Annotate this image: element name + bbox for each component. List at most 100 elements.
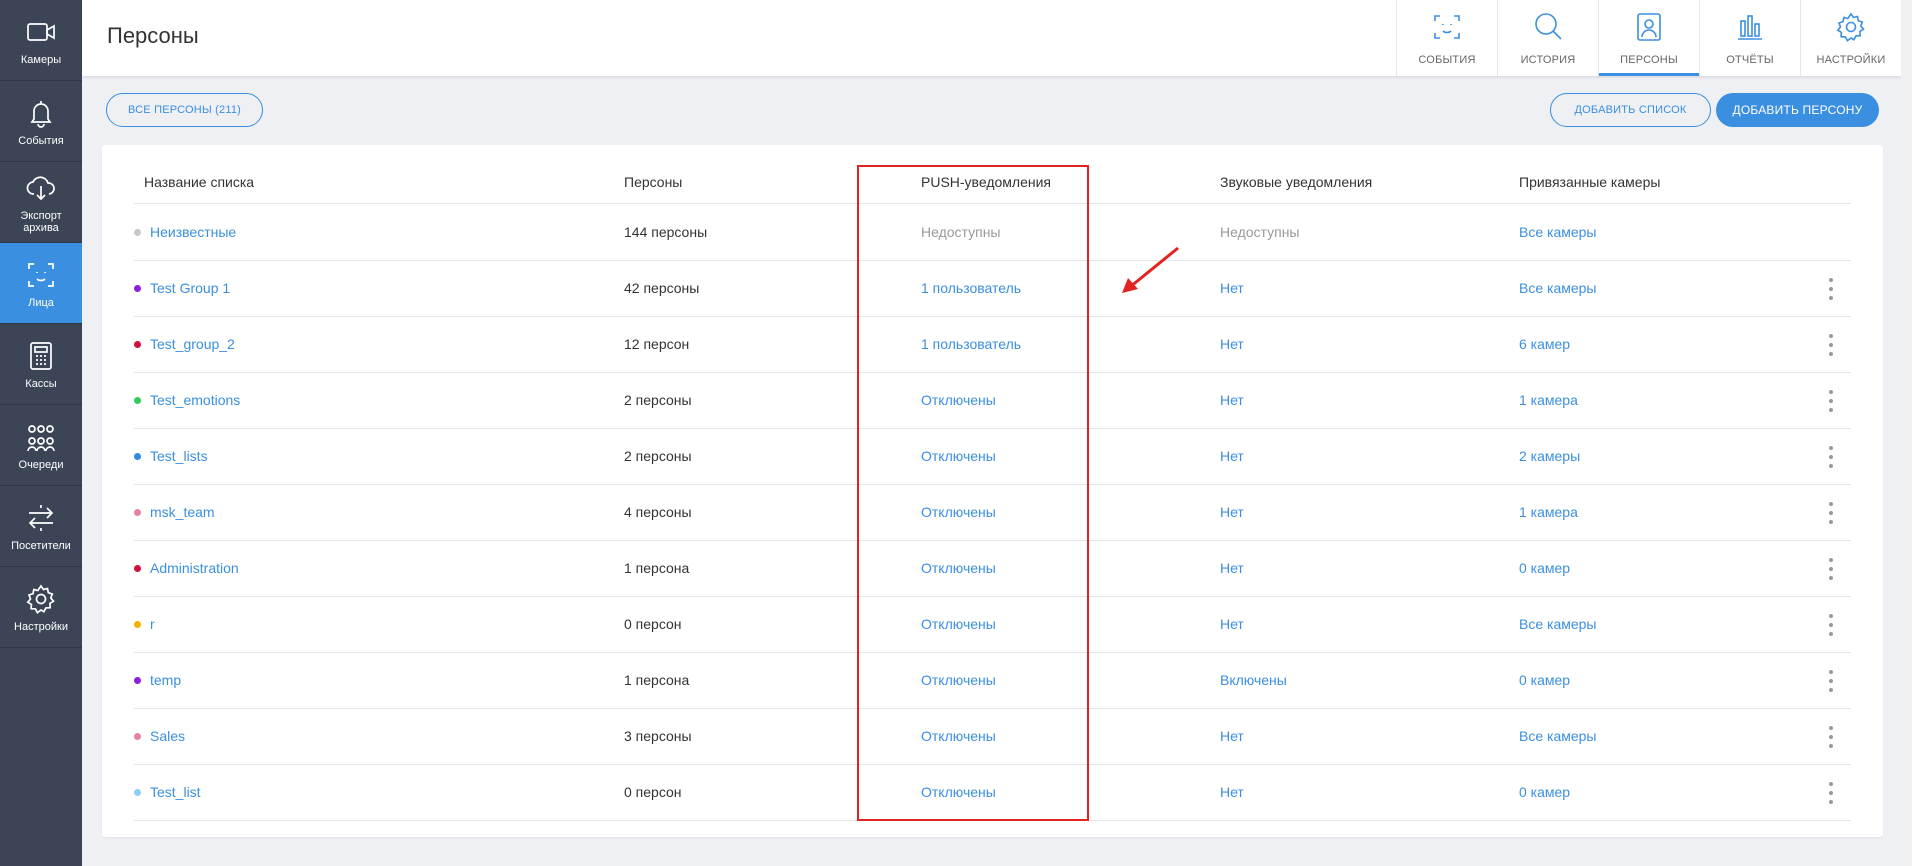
list-name-link[interactable]: Неизвестные xyxy=(150,224,236,240)
list-name-link[interactable]: Test Group 1 xyxy=(150,280,230,296)
bell-icon xyxy=(24,96,58,130)
sidebar-item-settings[interactable]: Настройки xyxy=(0,567,82,648)
sound-notifications-value[interactable]: Нет xyxy=(1220,616,1244,632)
transfer-arrows-icon xyxy=(24,501,58,535)
table-row[interactable]: Test_lists 2 персоны Отключены Нет 2 камеры xyxy=(134,429,1851,485)
table-row[interactable]: r 0 персон Отключены Нет Все камеры xyxy=(134,597,1851,653)
linked-cameras-link[interactable]: 0 камер xyxy=(1519,560,1570,576)
sidebar-item-queues[interactable]: Очереди xyxy=(0,405,82,486)
push-notifications-value[interactable]: Отключены xyxy=(921,448,996,464)
tab-label: СОБЫТИЯ xyxy=(1418,53,1476,66)
add-list-button[interactable]: ДОБАВИТЬ СПИСОК xyxy=(1550,93,1711,127)
push-notifications-value[interactable]: Отключены xyxy=(921,672,996,688)
list-name-link[interactable]: r xyxy=(150,616,155,632)
sidebar-item-label: События xyxy=(18,134,64,147)
sound-notifications-value[interactable]: Нет xyxy=(1220,784,1244,800)
row-menu-icon[interactable] xyxy=(1827,278,1835,300)
row-menu-icon[interactable] xyxy=(1827,446,1835,468)
table-row[interactable]: temp 1 персона Отключены Включены 0 камер xyxy=(134,653,1851,709)
gear-icon xyxy=(1835,11,1867,48)
kebab-dot xyxy=(1829,278,1833,282)
table-row[interactable]: Administration 1 персона Отключены Нет 0 кам… xyxy=(134,541,1851,597)
tab-settings[interactable]: НАСТРОЙКИ xyxy=(1800,0,1901,76)
kebab-dot xyxy=(1829,800,1833,804)
list-name-link[interactable]: Test_group_2 xyxy=(150,336,235,352)
all-persons-button[interactable]: ВСЕ ПЕРСОНЫ (211) xyxy=(106,93,263,127)
row-menu-icon[interactable] xyxy=(1827,726,1835,748)
sound-notifications-value[interactable]: Нет xyxy=(1220,448,1244,464)
column-header-persons: Персоны xyxy=(624,174,683,190)
kebab-dot xyxy=(1829,343,1833,347)
persons-count: 42 персоны xyxy=(624,280,700,296)
sidebar-item-cameras[interactable]: Камеры xyxy=(0,0,82,81)
sound-notifications-value[interactable]: Нет xyxy=(1220,280,1244,296)
kebab-dot xyxy=(1829,670,1833,674)
sound-notifications-value[interactable]: Нет xyxy=(1220,392,1244,408)
row-menu-icon[interactable] xyxy=(1827,334,1835,356)
sidebar-item-events[interactable]: События xyxy=(0,81,82,162)
row-menu-icon[interactable] xyxy=(1827,558,1835,580)
push-notifications-value[interactable]: 1 пользователь xyxy=(921,336,1021,352)
push-notifications-value[interactable]: 1 пользователь xyxy=(921,280,1021,296)
linked-cameras-link[interactable]: 1 камера xyxy=(1519,504,1578,520)
sidebar-item-visitors[interactable]: Посетители xyxy=(0,486,82,567)
cash-register-icon xyxy=(24,339,58,373)
scrollbar-thumb[interactable] xyxy=(1903,0,1910,866)
tab-reports[interactable]: ОТЧЁТЫ xyxy=(1699,0,1800,76)
sound-notifications-value[interactable]: Нет xyxy=(1220,560,1244,576)
table-row[interactable]: msk_team 4 персоны Отключены Нет 1 камера xyxy=(134,485,1851,541)
kebab-dot xyxy=(1829,464,1833,468)
column-header-push: PUSH-уведомления xyxy=(921,174,1051,190)
row-menu-icon[interactable] xyxy=(1827,390,1835,412)
push-notifications-value[interactable]: Отключены xyxy=(921,560,996,576)
row-menu-icon[interactable] xyxy=(1827,614,1835,636)
row-menu-icon[interactable] xyxy=(1827,782,1835,804)
add-person-button[interactable]: ДОБАВИТЬ ПЕРСОНУ xyxy=(1716,93,1879,127)
push-notifications-value[interactable]: Отключены xyxy=(921,616,996,632)
tab-events[interactable]: СОБЫТИЯ xyxy=(1396,0,1497,76)
list-name-link[interactable]: msk_team xyxy=(150,504,215,520)
push-notifications-value[interactable]: Отключены xyxy=(921,392,996,408)
row-menu-icon[interactable] xyxy=(1827,670,1835,692)
list-name-link[interactable]: Sales xyxy=(150,728,185,744)
linked-cameras-link[interactable]: Все камеры xyxy=(1519,224,1597,240)
linked-cameras-link[interactable]: Все камеры xyxy=(1519,280,1597,296)
linked-cameras-link[interactable]: Все камеры xyxy=(1519,728,1597,744)
linked-cameras-link[interactable]: 2 камеры xyxy=(1519,448,1580,464)
kebab-dot xyxy=(1829,455,1833,459)
table-row[interactable]: Test_emotions 2 персоны Отключены Нет 1 каме… xyxy=(134,373,1851,429)
sidebar-item-export[interactable]: Экспорт архива xyxy=(0,162,82,243)
push-notifications-value[interactable]: Отключены xyxy=(921,784,996,800)
scrollbar[interactable] xyxy=(1901,0,1912,866)
push-notifications-value[interactable]: Отключены xyxy=(921,504,996,520)
list-name-link[interactable]: temp xyxy=(150,672,181,688)
sidebar-item-label: Очереди xyxy=(18,458,64,471)
sound-notifications-value[interactable]: Нет xyxy=(1220,336,1244,352)
table-row[interactable]: Test_list 0 персон Отключены Нет 0 камер xyxy=(134,765,1851,821)
table-row[interactable]: Test Group 1 42 персоны 1 пользователь Нет В… xyxy=(134,261,1851,317)
list-name-link[interactable]: Test_emotions xyxy=(150,392,240,408)
table-row[interactable]: Sales 3 персоны Отключены Нет Все камеры xyxy=(134,709,1851,765)
sidebar-item-label: Посетители xyxy=(11,539,71,552)
tab-persons[interactable]: ПЕРСОНЫ xyxy=(1598,0,1699,76)
linked-cameras-link[interactable]: 0 камер xyxy=(1519,672,1570,688)
linked-cameras-link[interactable]: Все камеры xyxy=(1519,616,1597,632)
sound-notifications-value[interactable]: Включены xyxy=(1220,672,1287,688)
sound-notifications-value[interactable]: Нет xyxy=(1220,504,1244,520)
kebab-dot xyxy=(1829,352,1833,356)
linked-cameras-link[interactable]: 6 камер xyxy=(1519,336,1570,352)
linked-cameras-link[interactable]: 0 камер xyxy=(1519,784,1570,800)
linked-cameras-link[interactable]: 1 камера xyxy=(1519,392,1578,408)
list-name-link[interactable]: Test_list xyxy=(150,784,201,800)
list-name-link[interactable]: Test_lists xyxy=(150,448,208,464)
sidebar-item-faces[interactable]: Лица xyxy=(0,243,82,324)
table-row[interactable]: Неизвестные 144 персоны Недоступны Недоступ… xyxy=(134,205,1851,261)
table-row[interactable]: Test_group_2 12 персон 1 пользователь Нет 6 … xyxy=(134,317,1851,373)
sidebar-item-cash[interactable]: Кассы xyxy=(0,324,82,405)
sound-notifications-value[interactable]: Нет xyxy=(1220,728,1244,744)
tab-history[interactable]: ИСТОРИЯ xyxy=(1497,0,1598,76)
list-name-link[interactable]: Administration xyxy=(150,560,239,576)
row-menu-icon[interactable] xyxy=(1827,502,1835,524)
kebab-dot xyxy=(1829,390,1833,394)
push-notifications-value[interactable]: Отключены xyxy=(921,728,996,744)
